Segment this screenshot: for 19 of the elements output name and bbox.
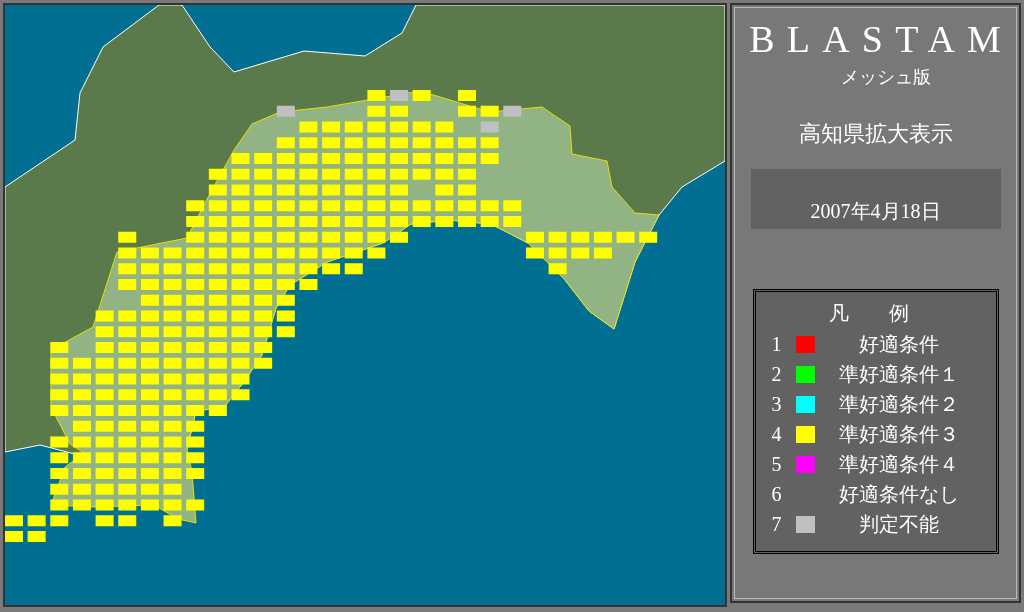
legend-number: 2 <box>771 362 783 386</box>
legend-number: 5 <box>771 452 783 476</box>
legend-number: 4 <box>771 422 783 446</box>
app-title: BLASTAM <box>749 17 1013 61</box>
legend-label: 準好適条件３ <box>838 421 959 447</box>
legend-label: 好適条件なし <box>838 481 959 507</box>
legend-number: 1 <box>771 332 783 356</box>
legend-label: 準好適条件２ <box>838 391 959 417</box>
app-subtitle: メッシュ版 <box>840 66 931 89</box>
legend-number: 3 <box>771 392 783 416</box>
region-label: 高知県拡大表示 <box>798 120 953 148</box>
date-label: 2007年4月18日 <box>750 169 1001 229</box>
legend-label: 準好適条件１ <box>838 361 959 387</box>
legend-label: 好適条件 <box>858 331 939 357</box>
legend-label: 判定不能 <box>858 511 939 537</box>
legend-number: 7 <box>771 512 783 536</box>
legend-label: 準好適条件４ <box>838 451 959 477</box>
legend-number: 6 <box>771 482 783 506</box>
legend-heading: 凡 例 <box>828 301 909 326</box>
